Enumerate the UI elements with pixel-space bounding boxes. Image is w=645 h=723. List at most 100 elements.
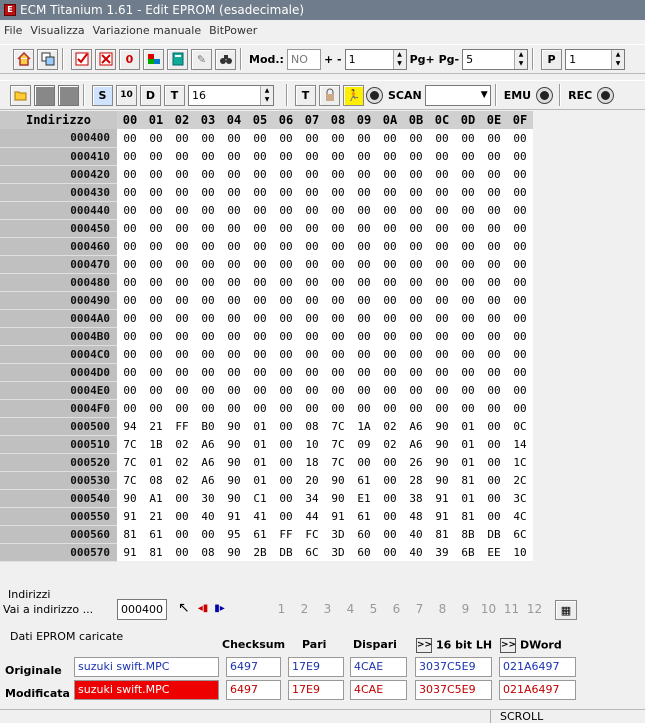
hex-cell[interactable]: 00 bbox=[273, 435, 299, 453]
hex-cell[interactable]: 00 bbox=[195, 525, 221, 543]
hex-cell[interactable]: 00 bbox=[481, 237, 507, 255]
hex-cell[interactable]: 81 bbox=[143, 543, 169, 561]
hex-cell[interactable]: 01 bbox=[247, 453, 273, 471]
page-number[interactable]: 9 bbox=[454, 602, 477, 616]
hex-cell[interactable]: 00 bbox=[143, 201, 169, 219]
hex-cell[interactable]: 00 bbox=[377, 255, 403, 273]
hex-cell[interactable]: 00 bbox=[169, 345, 195, 363]
hex-cell[interactable]: 00 bbox=[143, 165, 169, 183]
hex-cell[interactable]: 00 bbox=[247, 129, 273, 147]
hex-cell[interactable]: FC bbox=[299, 525, 325, 543]
hex-cell[interactable]: 00 bbox=[169, 273, 195, 291]
open-folder-icon[interactable] bbox=[10, 84, 31, 106]
hex-cell[interactable]: 00 bbox=[221, 147, 247, 165]
page-number[interactable]: 11 bbox=[500, 602, 523, 616]
hex-cell[interactable]: 00 bbox=[169, 183, 195, 201]
cancel-doc-icon[interactable] bbox=[95, 48, 116, 70]
hex-cell[interactable]: 00 bbox=[169, 543, 195, 561]
hex-cell[interactable]: 00 bbox=[299, 183, 325, 201]
hex-cell[interactable]: 61 bbox=[351, 471, 377, 489]
hex-cell[interactable]: 00 bbox=[325, 273, 351, 291]
hex-cell[interactable]: 00 bbox=[351, 345, 377, 363]
hex-cell[interactable]: 00 bbox=[377, 399, 403, 417]
hex-cell[interactable]: 00 bbox=[403, 147, 429, 165]
hex-cell[interactable]: 00 bbox=[481, 147, 507, 165]
hex-cell[interactable]: 00 bbox=[299, 165, 325, 183]
hex-cell[interactable]: 00 bbox=[507, 147, 533, 165]
hex-cell[interactable]: 7C bbox=[325, 453, 351, 471]
hex-cell[interactable]: 00 bbox=[429, 273, 455, 291]
hex-cell[interactable]: 91 bbox=[325, 507, 351, 525]
hex-cell[interactable]: 00 bbox=[325, 237, 351, 255]
hex-cell[interactable]: 00 bbox=[377, 183, 403, 201]
hex-cell[interactable]: 00 bbox=[143, 147, 169, 165]
hex-cell[interactable]: A6 bbox=[403, 435, 429, 453]
zero-doc-icon[interactable]: 0 bbox=[119, 48, 140, 70]
hex-cell[interactable]: B0 bbox=[195, 417, 221, 435]
hex-cell[interactable]: 00 bbox=[507, 399, 533, 417]
hex-cell[interactable]: 00 bbox=[221, 381, 247, 399]
hex-cell[interactable]: 91 bbox=[117, 543, 143, 561]
hex-cell[interactable]: 00 bbox=[377, 453, 403, 471]
hex-cell[interactable]: 00 bbox=[455, 201, 481, 219]
hex-cell[interactable]: 00 bbox=[325, 219, 351, 237]
hex-cell[interactable]: 00 bbox=[403, 255, 429, 273]
hex-cell[interactable]: 3C bbox=[507, 489, 533, 507]
hex-cell[interactable]: 00 bbox=[273, 363, 299, 381]
page-number[interactable]: 4 bbox=[339, 602, 362, 616]
hex-cell[interactable]: 00 bbox=[273, 273, 299, 291]
hex-cell[interactable]: 00 bbox=[351, 219, 377, 237]
hex-cell[interactable]: 00 bbox=[455, 363, 481, 381]
hex-cell[interactable]: 00 bbox=[377, 129, 403, 147]
page-number[interactable]: 5 bbox=[362, 602, 385, 616]
hex-cell[interactable]: 00 bbox=[247, 237, 273, 255]
stepper-arrows-icon[interactable]: ▲ ▼ bbox=[514, 49, 528, 69]
hex-cell[interactable]: 00 bbox=[351, 363, 377, 381]
hex-cell[interactable]: 40 bbox=[195, 507, 221, 525]
hex-cell[interactable]: 00 bbox=[429, 237, 455, 255]
hex-cell[interactable]: 00 bbox=[429, 201, 455, 219]
hex-cell[interactable]: 00 bbox=[507, 129, 533, 147]
hex-cell[interactable]: 00 bbox=[455, 309, 481, 327]
hex-cell[interactable]: 1C bbox=[507, 453, 533, 471]
hex-cell[interactable]: 00 bbox=[273, 345, 299, 363]
hex-cell[interactable]: 00 bbox=[299, 129, 325, 147]
hex-cell[interactable]: 00 bbox=[507, 381, 533, 399]
hex-cell[interactable]: 00 bbox=[377, 489, 403, 507]
hex-cell[interactable]: 00 bbox=[117, 273, 143, 291]
hex-cell[interactable]: 00 bbox=[403, 273, 429, 291]
hex-cell[interactable]: 00 bbox=[117, 237, 143, 255]
hex-cell[interactable]: 00 bbox=[507, 363, 533, 381]
hex-cell[interactable]: 90 bbox=[117, 489, 143, 507]
hex-cell[interactable]: 00 bbox=[195, 147, 221, 165]
hex-cell[interactable]: 00 bbox=[325, 165, 351, 183]
hex-cell[interactable]: 00 bbox=[273, 183, 299, 201]
hex-cell[interactable]: 18 bbox=[299, 453, 325, 471]
hex-cell[interactable]: 00 bbox=[117, 255, 143, 273]
hex-cell[interactable]: 00 bbox=[247, 399, 273, 417]
hex-cell[interactable]: 00 bbox=[247, 381, 273, 399]
hex-cell[interactable]: 00 bbox=[273, 237, 299, 255]
hex-cell[interactable]: 00 bbox=[273, 399, 299, 417]
stepper-arrows-icon[interactable]: ▲ ▼ bbox=[260, 85, 273, 105]
hex-cell[interactable]: 2B bbox=[247, 543, 273, 561]
hex-cell[interactable]: 81 bbox=[429, 525, 455, 543]
page-number[interactable]: 12 bbox=[523, 602, 546, 616]
hex-cell[interactable]: 48 bbox=[403, 507, 429, 525]
hex-cell[interactable]: 00 bbox=[169, 129, 195, 147]
hex-cell[interactable]: 00 bbox=[455, 183, 481, 201]
hex-cell[interactable]: 00 bbox=[455, 237, 481, 255]
hex-cell[interactable]: 00 bbox=[481, 183, 507, 201]
page-number[interactable]: 2 bbox=[293, 602, 316, 616]
hex-cell[interactable]: 01 bbox=[455, 417, 481, 435]
hex-cell[interactable]: 00 bbox=[247, 147, 273, 165]
hex-cell[interactable]: 00 bbox=[169, 381, 195, 399]
hex-cell[interactable]: 00 bbox=[507, 237, 533, 255]
hex-cell[interactable]: 00 bbox=[403, 237, 429, 255]
hex-cell[interactable]: EE bbox=[481, 543, 507, 561]
hex-cell[interactable]: A6 bbox=[403, 417, 429, 435]
hex-cell[interactable]: 00 bbox=[481, 435, 507, 453]
hex-cell[interactable]: 00 bbox=[429, 129, 455, 147]
page-number[interactable]: 3 bbox=[316, 602, 339, 616]
hex-cell[interactable]: 00 bbox=[169, 309, 195, 327]
